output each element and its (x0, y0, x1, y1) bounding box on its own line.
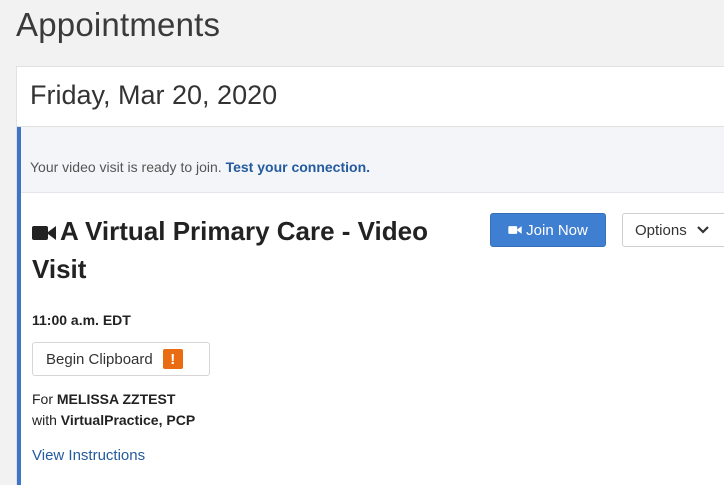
appointment-title-text: A Virtual Primary Care - Video Visit (32, 216, 428, 284)
options-button[interactable]: Options (622, 213, 724, 247)
appointment-item: Your video visit is ready to join. Test … (17, 127, 724, 485)
page-title: Appointments (16, 6, 221, 43)
appointment-card: Friday, Mar 20, 2020 Your video visit is… (16, 66, 724, 485)
notice-message: Your video visit is ready to join. (30, 159, 226, 175)
patient-line: For MELISSA ZZTEST (32, 391, 175, 407)
for-prefix: For (32, 391, 57, 407)
begin-clipboard-button[interactable]: Begin Clipboard ! (32, 342, 210, 376)
provider-line: with VirtualPractice, PCP (32, 412, 195, 428)
notice-text: Your video visit is ready to join. Test … (30, 159, 370, 175)
date-header: Friday, Mar 20, 2020 (17, 67, 724, 127)
with-prefix: with (32, 412, 61, 428)
appointment-title: A Virtual Primary Care - Video Visit (32, 213, 472, 287)
chevron-down-icon (696, 226, 709, 234)
video-visit-notice: Your video visit is ready to join. Test … (21, 127, 724, 193)
options-label: Options (635, 221, 687, 239)
provider-name: VirtualPractice, PCP (60, 412, 196, 428)
join-now-button[interactable]: Join Now (490, 213, 606, 247)
patient-name: MELISSA ZZTEST (56, 391, 176, 407)
video-camera-icon (32, 215, 60, 251)
join-now-label: Join Now (526, 221, 588, 239)
view-instructions-link[interactable]: View Instructions (32, 447, 145, 464)
appointments-page: Appointments Friday, Mar 20, 2020 Your v… (0, 0, 724, 485)
begin-clipboard-label: Begin Clipboard (46, 350, 153, 368)
appointment-date: Friday, Mar 20, 2020 (30, 80, 278, 110)
exclamation-icon: ! (162, 349, 183, 369)
appointment-time: 11:00 a.m. EDT (32, 312, 131, 328)
test-connection-link[interactable]: Test your connection. (226, 159, 370, 175)
video-camera-icon (508, 226, 522, 234)
